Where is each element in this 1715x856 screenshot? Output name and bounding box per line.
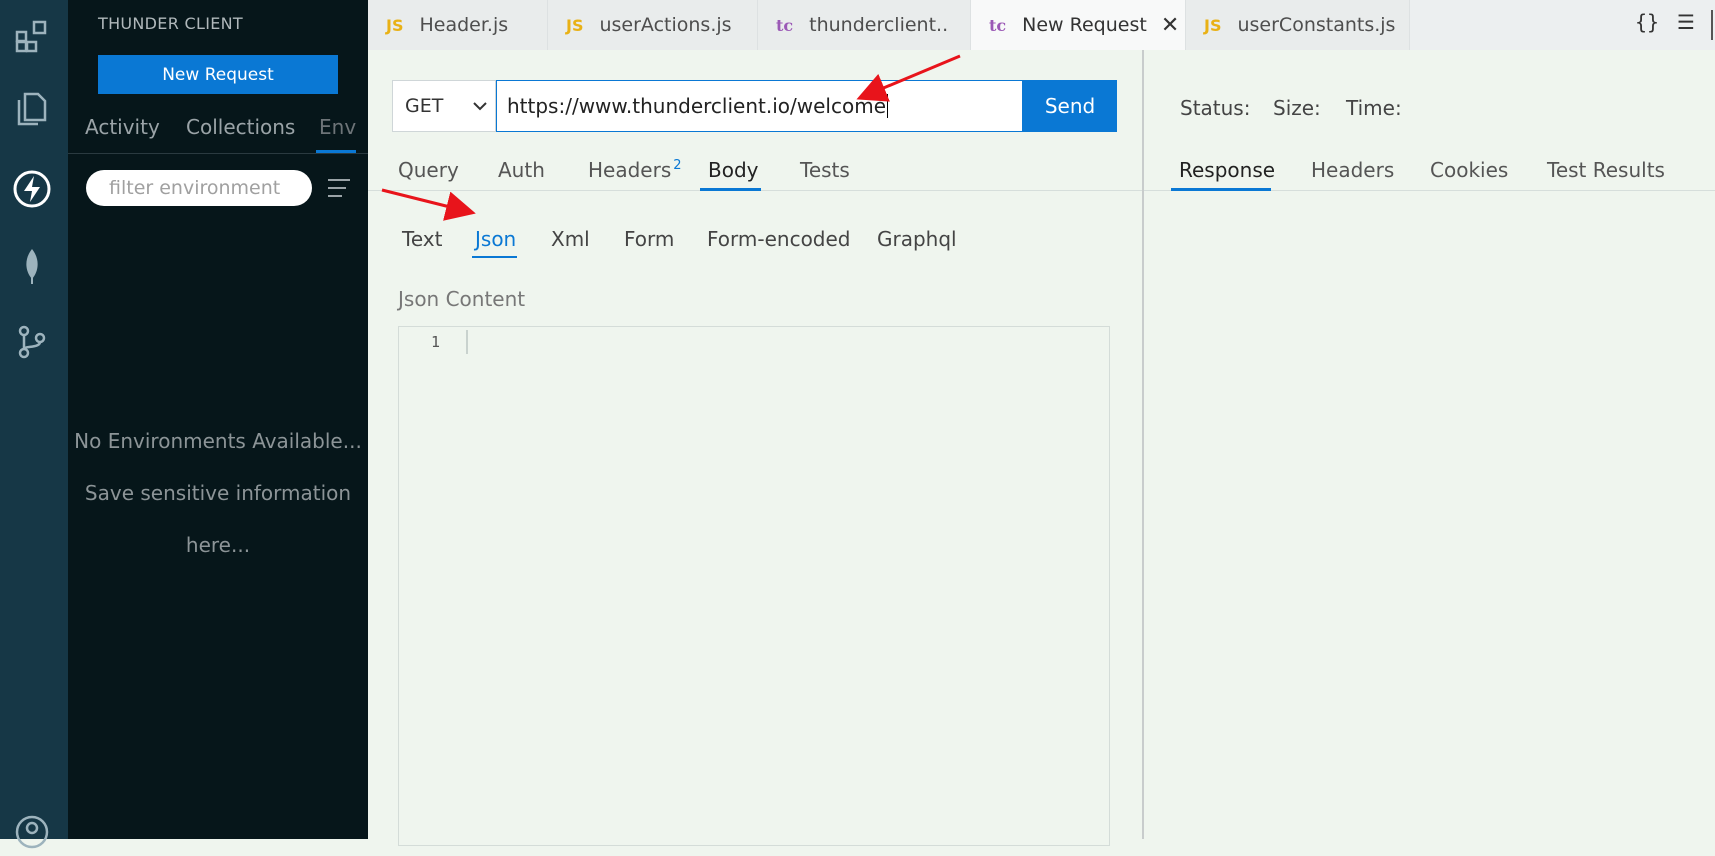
body-tab-graphql[interactable]: Graphql xyxy=(877,227,957,251)
tab-new-request[interactable]: tc New Request ✕ xyxy=(971,0,1186,50)
body-tab-text[interactable]: Text xyxy=(402,227,442,251)
source-control-icon[interactable] xyxy=(8,318,56,366)
active-tab-indicator xyxy=(700,188,761,191)
thunder-client-file-icon: tc xyxy=(989,15,1007,35)
js-file-icon: JS xyxy=(1204,15,1222,35)
scroll-edge xyxy=(1711,10,1713,40)
method-value: GET xyxy=(405,95,444,117)
extensions-icon[interactable] xyxy=(8,12,56,60)
editor-tab-bar: JS Header.js JS userActions.js tc thundercl… xyxy=(368,0,1715,50)
tab-headers-label: Headers xyxy=(588,158,672,182)
activity-bar xyxy=(0,0,68,849)
headers-count-badge: 2 xyxy=(673,158,682,174)
body-tab-form-encoded[interactable]: Form-encoded xyxy=(707,227,851,251)
tab-label: Header.js xyxy=(419,14,509,36)
account-icon[interactable] xyxy=(8,808,56,856)
json-content-label: Json Content xyxy=(398,287,526,311)
tab-tests[interactable]: Tests xyxy=(800,158,850,182)
tab-thunderclient[interactable]: tc thunderclient.. xyxy=(758,0,971,50)
line-number: 1 xyxy=(431,333,441,351)
response-tab-indicator xyxy=(1171,188,1271,191)
thunder-client-icon[interactable] xyxy=(8,165,56,213)
tab-response-headers[interactable]: Headers xyxy=(1311,158,1394,182)
send-button[interactable]: Send xyxy=(1023,80,1117,132)
tab-label: userActions.js xyxy=(599,14,732,36)
tab-query[interactable]: Query xyxy=(398,158,459,182)
response-status: Status: xyxy=(1180,96,1251,120)
json-editor[interactable]: 1 xyxy=(398,326,1110,846)
sidebar-tabs: Activity Collections Env xyxy=(68,105,368,154)
filter-environment-input[interactable]: filter environment xyxy=(86,170,312,206)
js-file-icon: JS xyxy=(566,15,584,35)
text-cursor xyxy=(887,94,888,118)
thunder-client-file-icon: tc xyxy=(776,15,794,35)
explorer-icon[interactable] xyxy=(8,85,56,133)
body-tab-form[interactable]: Form xyxy=(624,227,674,251)
chevron-down-icon xyxy=(473,102,487,111)
tab-label: thunderclient.. xyxy=(809,14,949,36)
tab-headers[interactable]: Headers 2 xyxy=(588,158,682,182)
empty-message: No Environments Available... xyxy=(74,429,362,453)
tab-response[interactable]: Response xyxy=(1179,158,1275,182)
tab-auth[interactable]: Auth xyxy=(498,158,545,182)
sort-menu-icon[interactable] xyxy=(326,176,352,200)
close-icon[interactable]: ✕ xyxy=(1161,13,1179,38)
response-time: Time: xyxy=(1346,96,1402,120)
url-input[interactable]: https://www.thunderclient.io/welcome xyxy=(496,80,1023,132)
sidebar-tab-env[interactable]: Env xyxy=(319,115,356,139)
js-file-icon: JS xyxy=(386,15,404,35)
tab-userconstants-js[interactable]: JS userConstants.js xyxy=(1186,0,1410,50)
list-icon[interactable]: ☰ xyxy=(1677,10,1695,34)
tab-useractions-js[interactable]: JS userActions.js xyxy=(548,0,758,50)
braces-icon[interactable]: {} xyxy=(1635,10,1659,34)
empty-hint: Save sensitive information xyxy=(84,481,352,505)
tab-label: New Request xyxy=(1022,14,1147,36)
tab-header-js[interactable]: JS Header.js xyxy=(368,0,548,50)
method-select[interactable]: GET xyxy=(392,80,496,132)
json-tab-indicator xyxy=(472,256,517,258)
sidebar-tab-indicator xyxy=(316,150,356,153)
body-tab-xml[interactable]: Xml xyxy=(551,227,590,251)
response-size: Size: xyxy=(1273,96,1321,120)
url-value: https://www.thunderclient.io/welcome xyxy=(507,94,886,118)
new-request-button[interactable]: New Request xyxy=(98,55,338,94)
body-tab-json[interactable]: Json xyxy=(475,227,516,251)
annotation-arrow-json xyxy=(381,188,476,221)
tab-label: userConstants.js xyxy=(1237,14,1396,36)
tab-test-results[interactable]: Test Results xyxy=(1547,158,1665,182)
sidebar-tab-collections[interactable]: Collections xyxy=(186,115,295,139)
tab-cookies[interactable]: Cookies xyxy=(1430,158,1508,182)
editor-cursor xyxy=(466,330,468,354)
mongodb-leaf-icon[interactable] xyxy=(8,242,56,290)
sidebar-tab-activity[interactable]: Activity xyxy=(85,115,160,139)
thunder-client-sidebar: THUNDER CLIENT New Request Activity Coll… xyxy=(68,0,368,839)
sidebar-title: THUNDER CLIENT xyxy=(98,14,243,33)
tab-body[interactable]: Body xyxy=(708,158,759,182)
empty-hint-cont: here... xyxy=(185,533,251,557)
pane-divider[interactable] xyxy=(1142,50,1144,839)
